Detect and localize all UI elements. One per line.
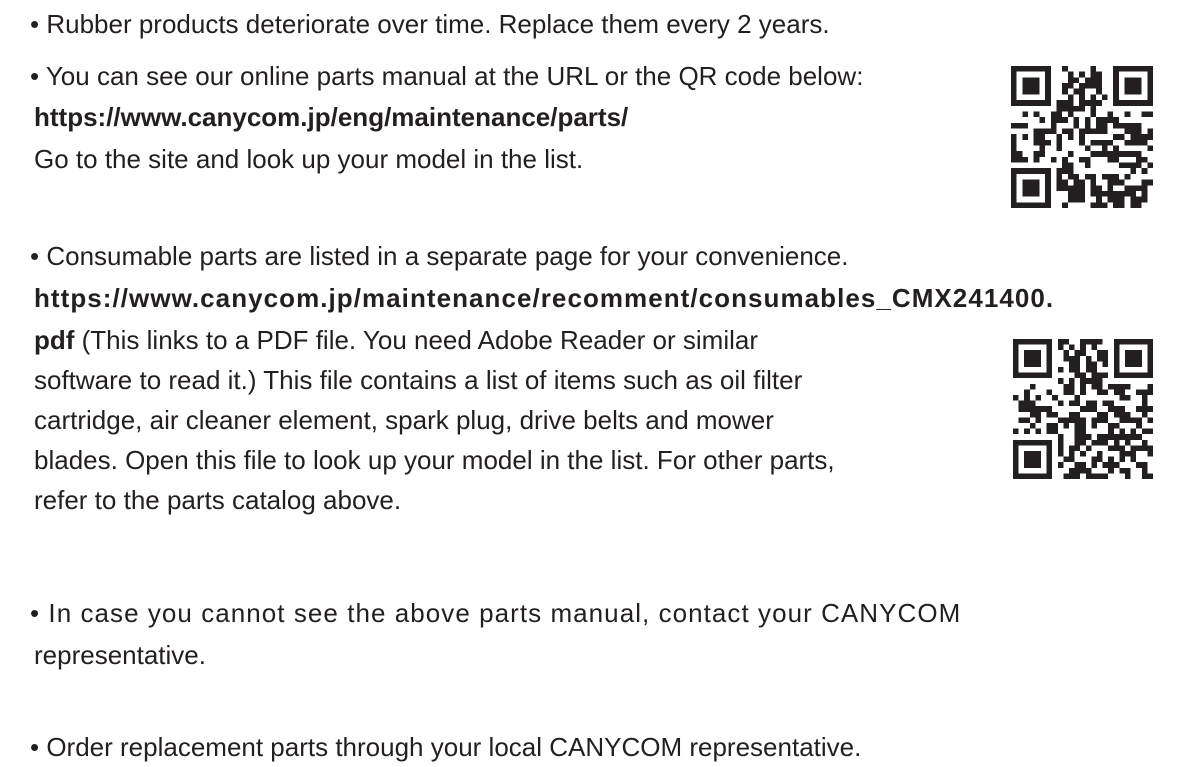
consumables-url-link[interactable]: https://www.canycom.jp/maintenance/recom… — [34, 283, 1054, 313]
contact-representative-text: representative. — [34, 640, 206, 670]
parts-manual-url-link[interactable]: https://www.canycom.jp/eng/maintenance/p… — [34, 102, 628, 132]
consumables-lookup-text: blades. Open this file to look up your m… — [34, 445, 835, 475]
consumables-items-text: cartridge, air cleaner element, spark pl… — [34, 405, 774, 435]
consumables-refer-text: refer to the parts catalog above. — [34, 485, 402, 515]
consumables-pdf-text: (This links to a PDF file. You need Adob… — [74, 325, 758, 355]
parts-manual-qr-icon[interactable] — [1011, 64, 1153, 210]
rubber-note-text: • Rubber products deteriorate over time.… — [30, 9, 830, 39]
consumables-qr-icon[interactable] — [1013, 334, 1153, 484]
online-manual-text: • You can see our online parts manual at… — [30, 61, 864, 91]
online-manual-instruction: Go to the site and look up your model in… — [34, 144, 584, 174]
consumables-url-link-end[interactable]: pdf — [34, 325, 74, 355]
contact-text: • In case you cannot see the above parts… — [30, 598, 962, 628]
consumables-text: • Consumable parts are listed in a separ… — [30, 241, 849, 271]
consumables-pdf-line: pdf (This links to a PDF file. You need … — [34, 325, 758, 355]
consumables-software-text: software to read it.) This file contains… — [34, 365, 803, 395]
order-text: • Order replacement parts through your l… — [30, 732, 862, 762]
